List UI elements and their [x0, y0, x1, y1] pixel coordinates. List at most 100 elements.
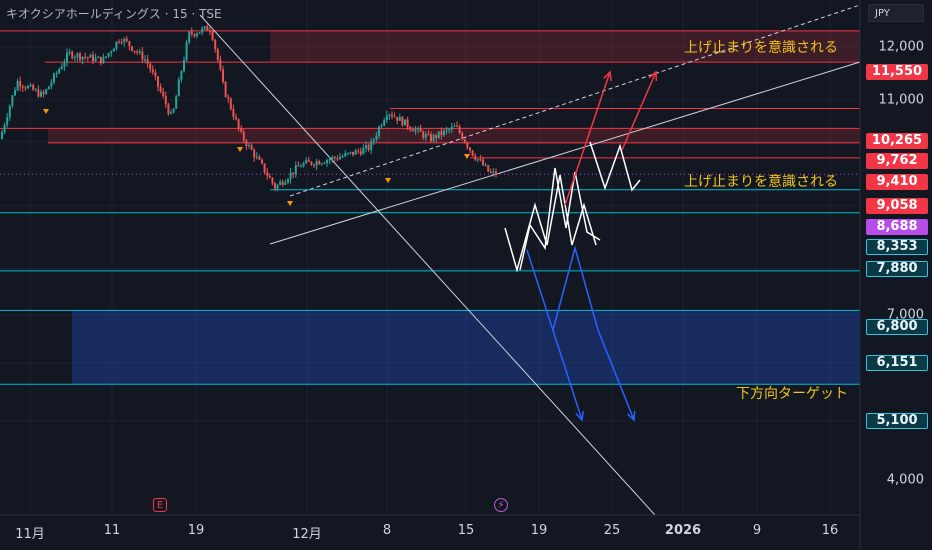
- candle-body-90: [89, 54, 92, 58]
- candle-body-408: [406, 119, 409, 128]
- candle-body-488: [487, 165, 490, 172]
- candle-body-77: [76, 53, 79, 58]
- earnings-event-icon[interactable]: E: [153, 498, 167, 512]
- candle-body-132: [131, 46, 133, 51]
- downside-target-zone: [72, 310, 860, 385]
- candle-body-96: [94, 57, 97, 62]
- dividend-event-icon[interactable]: ⚡: [494, 498, 508, 512]
- candle-body-18: [16, 81, 19, 91]
- candle-body-213: [211, 30, 214, 40]
- price-tag-last-8688: 8,688: [866, 219, 928, 235]
- candle-body-166: [164, 95, 167, 105]
- candle-body-486: [484, 165, 487, 167]
- candle-body-254: [253, 149, 256, 158]
- candle-body-106: [105, 56, 107, 58]
- candle-body-174: [172, 108, 175, 113]
- candle-body-317: [315, 161, 318, 166]
- candle-body-150: [149, 63, 152, 70]
- price-tag-10265: 10,265: [866, 133, 928, 149]
- currency-button[interactable]: JPY: [868, 4, 924, 22]
- candle-body-38: [37, 89, 40, 97]
- candle-body-345: [344, 153, 347, 157]
- candle-body-262: [261, 159, 263, 164]
- candle-body-413: [411, 129, 414, 132]
- candle-body-467: [466, 142, 469, 148]
- time-label-15: 15: [457, 523, 475, 538]
- candle-body-332: [331, 157, 334, 160]
- price-tag-9762: 9,762: [866, 153, 928, 169]
- candle-body-358: [357, 150, 360, 152]
- candle-body-226: [224, 81, 227, 97]
- candle-body-168: [167, 104, 170, 114]
- candle-body-54: [53, 73, 55, 83]
- annotation-downside-target: 下方向ターゲット: [736, 386, 848, 402]
- candle-body-449: [448, 129, 451, 131]
- candle-body-207: [206, 26, 209, 31]
- candle-body-389: [388, 114, 391, 116]
- candle-body-418: [417, 127, 419, 130]
- candle-body-356: [354, 150, 357, 155]
- candle-body-493: [492, 171, 495, 173]
- candle-body-335: [333, 157, 336, 159]
- candle-body-20: [19, 81, 22, 87]
- candle-body-70: [68, 51, 71, 53]
- candle-body-249: [248, 144, 250, 147]
- candle-body-306: [305, 160, 308, 164]
- candle-body-192: [190, 31, 193, 34]
- candle-body-415: [414, 129, 417, 132]
- candle-body-322: [320, 163, 323, 165]
- candle-body-288: [287, 179, 289, 183]
- time-label-9: 9: [752, 523, 762, 538]
- candle-body-44: [42, 91, 45, 95]
- candle-body-465: [463, 139, 466, 143]
- candle-body-324: [323, 163, 326, 165]
- candle-body-7: [6, 117, 9, 125]
- candle-body-122: [120, 42, 123, 44]
- candle-body-59: [58, 69, 61, 74]
- candle-body-392: [391, 114, 393, 117]
- candle-body-348: [346, 152, 349, 154]
- candle-body-25: [24, 87, 27, 89]
- candle-body-436: [435, 135, 438, 139]
- candle-body-259: [258, 156, 261, 160]
- price-tick-11000: 11,000: [878, 92, 925, 108]
- candle-body-491: [489, 171, 492, 173]
- candle-body-88: [86, 57, 89, 59]
- candle-body-111: [110, 51, 113, 54]
- candle-body-200: [198, 32, 201, 34]
- candle-body-304: [302, 163, 305, 167]
- candle-body-410: [409, 127, 412, 130]
- candle-body-444: [443, 130, 445, 136]
- candle-body-319: [318, 161, 321, 165]
- candle-body-163: [162, 91, 165, 96]
- candle-body-363: [362, 147, 365, 155]
- candle-body-75: [73, 57, 76, 59]
- candle-body-236: [235, 116, 237, 120]
- candle-body-137: [136, 51, 139, 53]
- candle-body-135: [133, 50, 136, 52]
- candle-body-244: [242, 131, 245, 141]
- price-tag-8353: 8,353: [866, 239, 928, 255]
- candle-body-439: [437, 131, 440, 139]
- price-tag-11550: 11,550: [866, 64, 928, 80]
- annotation-mid-resistance: 上げ止まりを意識される: [684, 174, 838, 190]
- candle-body-228: [227, 96, 230, 99]
- candle-body-145: [144, 59, 146, 61]
- candle-body-12: [11, 95, 14, 106]
- candle-body-101: [99, 56, 102, 64]
- candle-body-470: [469, 147, 471, 151]
- time-label-25: 25: [603, 523, 621, 538]
- candle-body-421: [419, 127, 422, 132]
- candle-body-400: [398, 116, 401, 121]
- candle-body-423: [422, 131, 425, 138]
- candle-body-246: [245, 140, 248, 147]
- candle-body-473: [471, 150, 474, 156]
- candle-body-267: [266, 172, 269, 176]
- price-chart[interactable]: [0, 0, 932, 550]
- candle-body-314: [313, 164, 315, 166]
- candle-body-153: [151, 69, 154, 73]
- candle-body-330: [328, 159, 331, 161]
- candle-body-155: [154, 72, 157, 77]
- candle-body-189: [188, 31, 191, 43]
- candle-body-184: [183, 59, 185, 72]
